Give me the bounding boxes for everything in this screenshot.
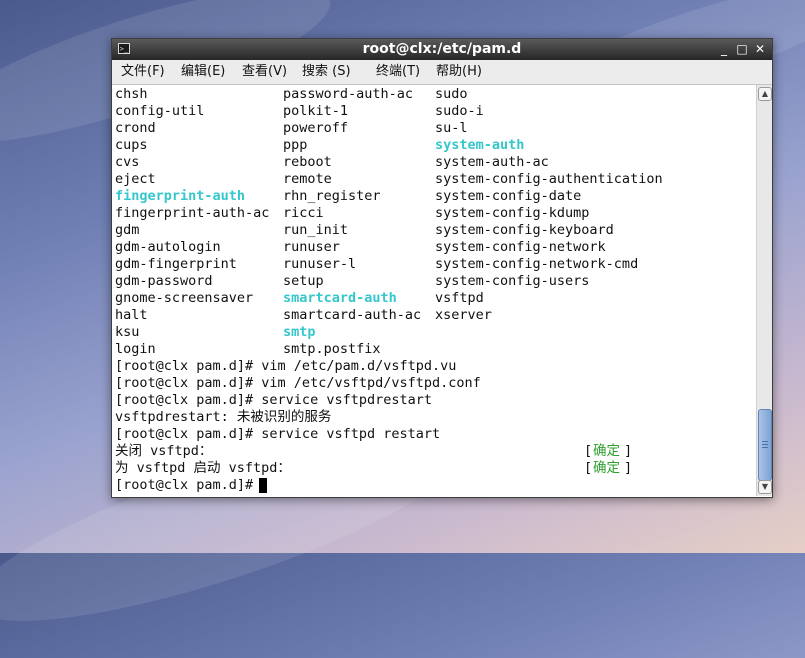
status-bracket-close: ]: [624, 443, 633, 459]
terminal-output[interactable]: chsh config-util crond cups cvs eject fi…: [112, 85, 756, 496]
list-item: gdm-autologin: [115, 239, 221, 255]
list-item: system-auth-ac: [435, 154, 549, 170]
menu-help[interactable]: 帮助(H): [436, 60, 482, 84]
list-item: system-config-network-cmd: [435, 256, 639, 272]
list-item: config-util: [115, 103, 205, 119]
status-ok-text: 确定: [593, 443, 620, 459]
terminal-line: vsftpdrestart: 未被识别的服务: [115, 409, 332, 425]
menu-file[interactable]: 文件(F): [121, 60, 165, 84]
list-item: system-config-network: [435, 239, 606, 255]
text-cursor: [259, 478, 267, 493]
list-item: chsh: [115, 86, 148, 102]
list-item: runuser-l: [283, 256, 357, 272]
list-item: ppp: [283, 137, 308, 153]
terminal-window: >_ root@clx:/etc/pam.d _ □ ✕ 文件(F) 编辑(E)…: [111, 38, 773, 498]
prompt-line: [root@clx pam.d]#: [115, 477, 262, 493]
list-item: reboot: [283, 154, 332, 170]
menu-edit[interactable]: 编辑(E): [181, 60, 225, 84]
grip-line: [762, 441, 768, 442]
status-ok-text: 确定: [593, 460, 620, 476]
status-bracket-open: [: [584, 460, 593, 476]
list-item-highlighted: smartcard-auth: [283, 290, 397, 306]
list-item: su-l: [435, 120, 468, 136]
grip-line: [762, 447, 768, 448]
list-item: system-config-keyboard: [435, 222, 614, 238]
list-item-highlighted: system-auth: [435, 137, 525, 153]
list-item: xserver: [435, 307, 492, 323]
minimize-button[interactable]: _: [716, 41, 732, 57]
list-item: cups: [115, 137, 148, 153]
menu-bar: 文件(F) 编辑(E) 查看(V) 搜索 (S) 终端(T) 帮助(H): [112, 60, 772, 85]
list-item: password-auth-ac: [283, 86, 414, 102]
menu-view[interactable]: 查看(V): [242, 60, 287, 84]
list-item: setup: [283, 273, 324, 289]
list-item: gnome-screensaver: [115, 290, 254, 306]
maximize-button[interactable]: □: [734, 41, 750, 57]
terminal-line: 关闭 vsftpd：: [115, 443, 213, 459]
terminal-line: [root@clx pam.d]# vim /etc/vsftpd/vsftpd…: [115, 375, 481, 391]
list-item: ricci: [283, 205, 324, 221]
terminal-line: 为 vsftpd 启动 vsftpd：: [115, 460, 291, 476]
list-item: run_init: [283, 222, 349, 238]
list-item: poweroff: [283, 120, 349, 136]
list-item: smtp.postfix: [283, 341, 381, 357]
list-item: halt: [115, 307, 148, 323]
grip-line: [762, 444, 768, 445]
list-item: system-config-kdump: [435, 205, 590, 221]
status-bracket-close: ]: [624, 460, 633, 476]
list-item: crond: [115, 120, 156, 136]
scroll-down-arrow-icon[interactable]: ▼: [758, 480, 772, 494]
list-item: smartcard-auth-ac: [283, 307, 422, 323]
list-item: system-config-date: [435, 188, 582, 204]
scrollbar-thumb[interactable]: [758, 409, 772, 481]
list-item: rhn_register: [283, 188, 381, 204]
list-item: polkit-1: [283, 103, 349, 119]
menu-terminal[interactable]: 终端(T): [376, 60, 420, 84]
list-item: ksu: [115, 324, 140, 340]
list-item-highlighted: smtp: [283, 324, 316, 340]
terminal-line: [root@clx pam.d]# vim /etc/pam.d/vsftpd.…: [115, 358, 457, 374]
window-title: root@clx:/etc/pam.d: [362, 41, 522, 57]
list-item: system-config-authentication: [435, 171, 663, 187]
menu-search[interactable]: 搜索 (S): [302, 60, 351, 84]
list-item: sudo-i: [435, 103, 484, 119]
list-item-highlighted: fingerprint-auth: [115, 188, 246, 204]
list-item: remote: [283, 171, 332, 187]
list-item: gdm-password: [115, 273, 213, 289]
list-item: gdm: [115, 222, 140, 238]
list-item: sudo: [435, 86, 468, 102]
close-button[interactable]: ✕: [752, 41, 768, 57]
vertical-scrollbar[interactable]: ▲ ▼: [756, 85, 772, 496]
list-item: eject: [115, 171, 156, 187]
status-bracket-open: [: [584, 443, 593, 459]
title-bar[interactable]: >_ root@clx:/etc/pam.d _ □ ✕: [112, 39, 772, 60]
list-item: runuser: [283, 239, 340, 255]
list-item: gdm-fingerprint: [115, 256, 237, 272]
scroll-up-arrow-icon[interactable]: ▲: [758, 87, 772, 101]
list-item: vsftpd: [435, 290, 484, 306]
terminal-line: [root@clx pam.d]# service vsftpdrestart: [115, 392, 432, 408]
terminal-line: [root@clx pam.d]# service vsftpd restart: [115, 426, 441, 442]
list-item: cvs: [115, 154, 140, 170]
list-item: fingerprint-auth-ac: [115, 205, 270, 221]
list-item: system-config-users: [435, 273, 590, 289]
list-item: login: [115, 341, 156, 357]
